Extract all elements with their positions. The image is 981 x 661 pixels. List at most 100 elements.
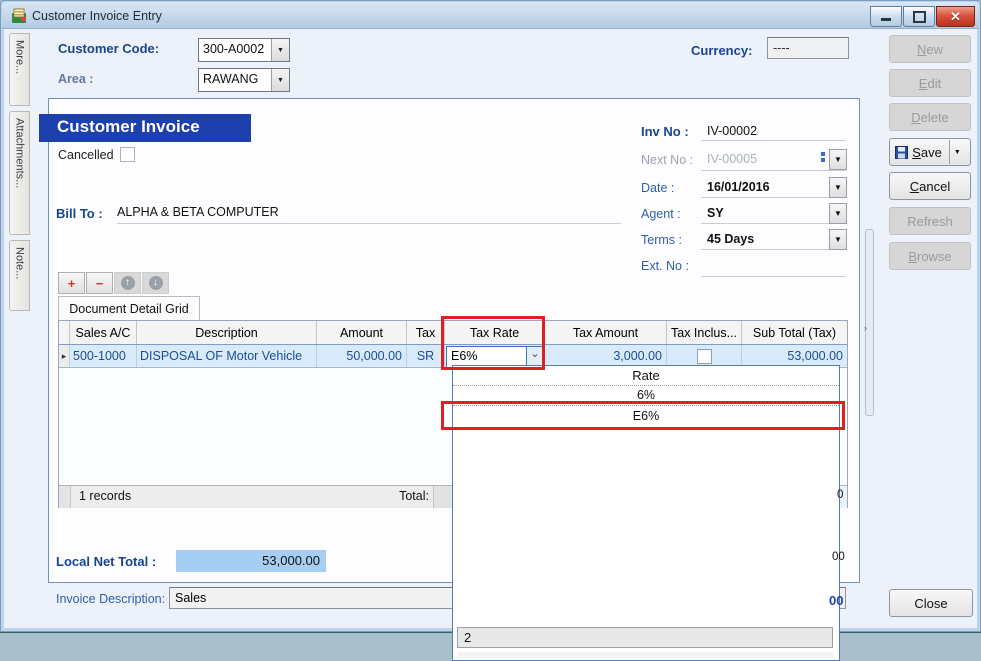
save-button[interactable]: Save ▼ [889, 138, 971, 166]
agent-value[interactable]: SY [707, 206, 724, 220]
customer-code-label: Customer Code: [58, 41, 159, 56]
area-label: Area : [58, 72, 93, 86]
sidebar-tab-note-label: Note... [14, 247, 26, 279]
bill-to-value[interactable]: ALPHA & BETA COMPUTER [117, 205, 279, 219]
date-dropdown-button[interactable]: ▼ [829, 177, 847, 198]
sidebar-tab-attachments-label: Attachments... [14, 118, 26, 188]
plus-icon: + [68, 276, 76, 291]
agent-dropdown-button[interactable]: ▼ [829, 203, 847, 224]
terms-label: Terms : [641, 233, 682, 247]
browse-button[interactable]: Browse [889, 242, 971, 270]
agent-label: Agent : [641, 207, 681, 221]
ext-no-value[interactable] [701, 256, 846, 277]
date-label: Date : [641, 181, 674, 195]
inv-no-label: Inv No : [641, 124, 689, 139]
minus-icon: − [96, 276, 104, 291]
customer-code-combo[interactable]: 300-A0002 ▼ [198, 38, 290, 62]
bill-to-label: Bill To : [56, 206, 103, 221]
delete-button[interactable]: Delete [889, 103, 971, 131]
move-row-down-button[interactable]: ↓ [142, 272, 169, 294]
next-no-dropdown-button[interactable]: ▼ [829, 149, 847, 170]
cell-description[interactable]: DISPOSAL OF Motor Vehicle [137, 345, 317, 367]
date-value[interactable]: 16/01/2016 [707, 180, 770, 194]
arrow-down-icon: ↓ [149, 276, 163, 290]
cancelled-checkbox[interactable] [120, 147, 135, 162]
cancel-button-label: Cancel [910, 179, 950, 194]
chevron-down-icon[interactable]: ▼ [271, 69, 289, 91]
app-icon [11, 7, 28, 24]
save-dropdown-icon[interactable]: ▼ [949, 140, 965, 164]
close-button-label: Close [914, 596, 947, 611]
chevron-down-icon: ▼ [834, 209, 842, 218]
sidebar-tab-more-label: More... [14, 40, 26, 74]
maximize-icon [913, 11, 926, 23]
next-no-value: IV-00005 [707, 152, 757, 166]
cell-tax-inclusive[interactable] [667, 345, 742, 367]
edit-button-label: Edit [919, 76, 941, 91]
remove-row-button[interactable]: − [86, 272, 113, 294]
popup-status-bar [457, 652, 833, 658]
invoice-description-value: Sales [175, 591, 206, 605]
close-button[interactable]: Close [889, 589, 973, 617]
lookup-icon [821, 152, 825, 156]
minimize-button[interactable] [870, 6, 902, 27]
refresh-button[interactable]: Refresh [889, 207, 971, 235]
obscured-total-fragment: 00 [832, 551, 845, 563]
cancelled-label: Cancelled [58, 148, 114, 162]
close-icon: ✕ [950, 9, 961, 25]
browse-button-label: Browse [908, 249, 951, 264]
col-description[interactable]: Description [137, 321, 317, 344]
chevron-down-icon: ▼ [834, 155, 842, 164]
currency-label: Currency: [691, 43, 752, 58]
tab-document-detail-grid[interactable]: Document Detail Grid [58, 296, 200, 321]
obscured-net-total-fragment: 00 [829, 593, 843, 608]
chevron-down-icon[interactable]: ▼ [271, 39, 289, 61]
titlebar[interactable]: Customer Invoice Entry ✕ [2, 2, 979, 29]
annotation-box-e6-option [441, 401, 845, 430]
new-button[interactable]: New [889, 35, 971, 63]
sidebar-tab-note[interactable]: Note... [9, 240, 30, 311]
add-row-button[interactable]: + [58, 272, 85, 294]
sidebar-tab-more[interactable]: More... [9, 33, 30, 106]
local-net-total-label: Local Net Total : [56, 554, 156, 569]
edit-button[interactable]: Edit [889, 69, 971, 97]
row-pointer-icon: ▸ [59, 345, 70, 367]
next-no-label: Next No : [641, 153, 693, 167]
currency-field[interactable]: ---- [767, 37, 849, 59]
move-row-up-button[interactable]: ↑ [114, 272, 141, 294]
terms-value[interactable]: 45 Days [707, 232, 754, 246]
cell-amount[interactable]: 50,000.00 [317, 345, 407, 367]
area-combo[interactable]: RAWANG ▼ [198, 68, 290, 92]
col-indicator [59, 321, 70, 344]
col-sub-total[interactable]: Sub Total (Tax) [742, 321, 847, 344]
inv-no-value[interactable]: IV-00002 [707, 124, 757, 138]
save-button-label: Save [912, 145, 942, 160]
close-window-button[interactable]: ✕ [936, 6, 975, 27]
cell-tax-amount[interactable]: 3,000.00 [545, 345, 667, 367]
expand-right-icon: › [864, 323, 867, 333]
cancel-button[interactable]: Cancel [889, 172, 971, 200]
total-label: Total: [371, 486, 429, 508]
tax-inclusive-checkbox[interactable] [697, 349, 712, 364]
delete-button-label: Delete [911, 110, 949, 125]
cell-tax[interactable]: SR [407, 345, 445, 367]
cell-sub-total[interactable]: 53,000.00 [742, 345, 847, 367]
refresh-button-label: Refresh [907, 214, 953, 229]
maximize-button[interactable] [903, 6, 935, 27]
col-tax[interactable]: Tax [407, 321, 445, 344]
arrow-up-icon: ↑ [121, 276, 135, 290]
popup-record-count: 2 [457, 627, 833, 648]
col-tax-amount[interactable]: Tax Amount [545, 321, 667, 344]
terms-dropdown-button[interactable]: ▼ [829, 229, 847, 250]
new-button-label: New [917, 42, 943, 57]
col-tax-inclusive[interactable]: Tax Inclus... [667, 321, 742, 344]
col-sales-ac[interactable]: Sales A/C [70, 321, 137, 344]
form-banner: Customer Invoice [39, 114, 251, 142]
lookup-icon [821, 158, 825, 162]
sidebar-tab-attachments[interactable]: Attachments... [9, 111, 30, 235]
chevron-down-icon: ▼ [834, 183, 842, 192]
cell-sales-ac[interactable]: 500-1000 [70, 345, 137, 367]
records-count: 1 records [71, 486, 371, 508]
currency-value: ---- [773, 41, 790, 55]
col-amount[interactable]: Amount [317, 321, 407, 344]
